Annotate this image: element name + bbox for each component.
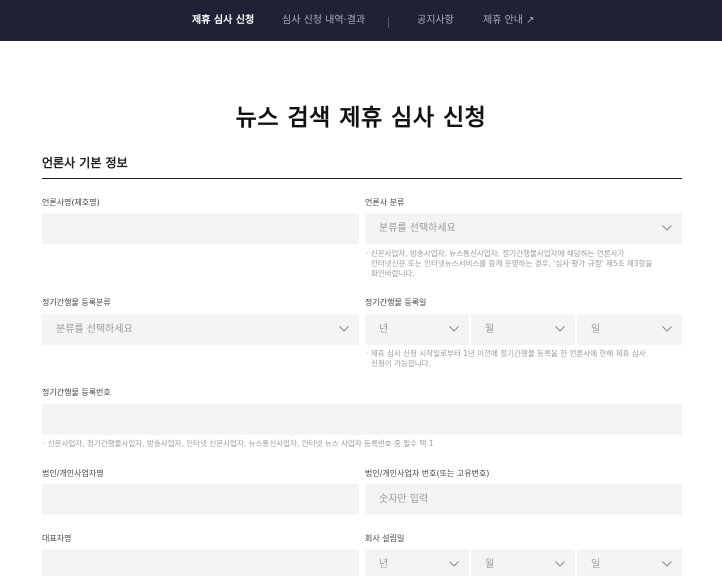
help-line: · 신문사업자, 방송사업자, 뉴스통신사업자, 정기간행물사업자에 해당하는 …	[366, 249, 625, 258]
help-line: · 제휴 심사 신청 시작일로부터 1년 이전에 정기간행물 등록을 한 언론사…	[366, 349, 646, 358]
section-title: 언론사 기본 정보	[42, 156, 128, 170]
chevron-down-icon	[339, 326, 349, 332]
ceo-name-label: 대표자명	[42, 534, 72, 543]
day-placeholder: 일	[591, 324, 601, 335]
month-placeholder: 월	[485, 559, 495, 570]
external-link-icon: ↗	[526, 15, 535, 26]
periodical-month-select[interactable]: 월	[471, 314, 575, 345]
periodical-day-select[interactable]: 일	[577, 314, 682, 345]
founding-date-label: 회사 설립일	[365, 534, 405, 543]
periodical-date-help: · 제휴 심사 신청 시작일로부터 1년 이전에 정기간행물 등록을 한 언론사…	[366, 349, 682, 369]
press-category-placeholder: 분류를 선택하세요	[379, 223, 456, 234]
page-title: 뉴스 검색 제휴 심사 신청	[235, 105, 487, 131]
year-placeholder: 년	[379, 324, 389, 335]
founding-month-select[interactable]: 월	[471, 549, 575, 576]
section-divider	[42, 178, 682, 179]
top-nav: 제휴 심사 신청 심사 신청 내역·결과 공지사항 제휴 안내 ↗	[0, 0, 722, 41]
nav-tab-apply[interactable]: 제휴 심사 신청	[192, 0, 254, 41]
chevron-down-icon	[662, 326, 672, 332]
help-line: 확인바랍니다.	[371, 269, 415, 278]
periodical-year-select[interactable]: 년	[365, 314, 469, 345]
founding-year-select[interactable]: 년	[365, 549, 469, 576]
business-name-label: 법인/개인사업자명	[42, 469, 104, 478]
nav-tab-guide[interactable]: 제휴 안내 ↗	[483, 0, 535, 41]
founding-day-select[interactable]: 일	[577, 549, 682, 576]
month-placeholder: 월	[485, 324, 495, 335]
year-placeholder: 년	[379, 559, 389, 570]
business-number-label: 법인/개인사업자 번호(또는 고유번호)	[365, 469, 490, 478]
press-name-label: 언론사명(제호명)	[42, 198, 100, 207]
chevron-down-icon	[555, 561, 565, 567]
periodical-category-placeholder: 분류를 선택하세요	[56, 324, 133, 335]
press-category-label: 언론사 분류	[365, 198, 405, 207]
chevron-down-icon	[449, 561, 459, 567]
periodical-number-input[interactable]	[42, 404, 682, 435]
chevron-down-icon	[555, 326, 565, 332]
help-line: 신청이 가능합니다.	[371, 359, 431, 368]
periodical-number-help: · 신문사업자, 정기간행물사업자, 방송사업자, 인터넷 신문사업자, 뉴스통…	[43, 439, 434, 448]
business-number-input[interactable]: 숫자만 입력	[365, 484, 682, 515]
periodical-category-label: 정기간행물 등록분류	[42, 298, 111, 307]
business-number-placeholder: 숫자만 입력	[379, 494, 429, 505]
press-name-input[interactable]	[42, 213, 359, 244]
periodical-category-select[interactable]: 분류를 선택하세요	[42, 314, 359, 345]
press-category-help: · 신문사업자, 방송사업자, 뉴스통신사업자, 정기간행물사업자에 해당하는 …	[366, 249, 682, 279]
chevron-down-icon	[449, 326, 459, 332]
day-placeholder: 일	[591, 559, 601, 570]
periodical-date-label: 정기간행물 등록일	[365, 298, 427, 307]
business-name-input[interactable]	[42, 484, 359, 515]
nav-tab-notice[interactable]: 공지사항	[417, 0, 454, 41]
ceo-name-input[interactable]	[42, 549, 359, 576]
nav-tab-history[interactable]: 심사 신청 내역·결과	[282, 0, 365, 41]
periodical-number-label: 정기간행물 등록번호	[42, 388, 111, 397]
help-line: 인터넷신문 또는 인터넷뉴스서비스를 함께 운영하는 경우, '심사·평가 규정…	[371, 259, 653, 268]
chevron-down-icon	[662, 225, 672, 231]
nav-tab-guide-label: 제휴 안내	[483, 15, 523, 26]
chevron-down-icon	[662, 561, 672, 567]
nav-divider	[388, 17, 389, 28]
press-category-select[interactable]: 분류를 선택하세요	[365, 213, 682, 244]
